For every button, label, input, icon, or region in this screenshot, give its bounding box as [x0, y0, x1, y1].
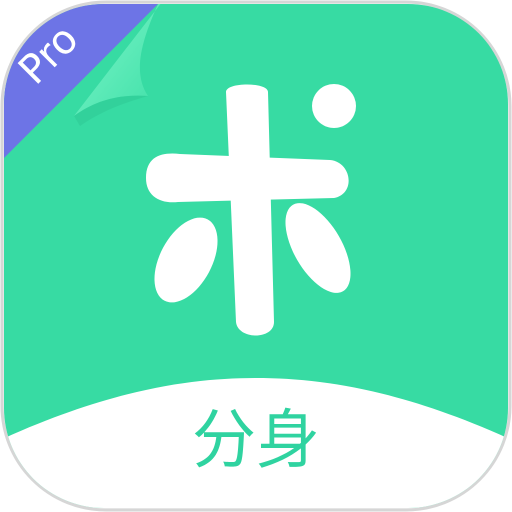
- glyph-crossbar: [146, 153, 349, 203]
- app-icon-graphic: Pro 分身: [0, 0, 512, 512]
- glyph-dot: [312, 84, 356, 128]
- app-label: 分身: [192, 404, 320, 478]
- app-icon[interactable]: Pro 分身: [0, 0, 512, 512]
